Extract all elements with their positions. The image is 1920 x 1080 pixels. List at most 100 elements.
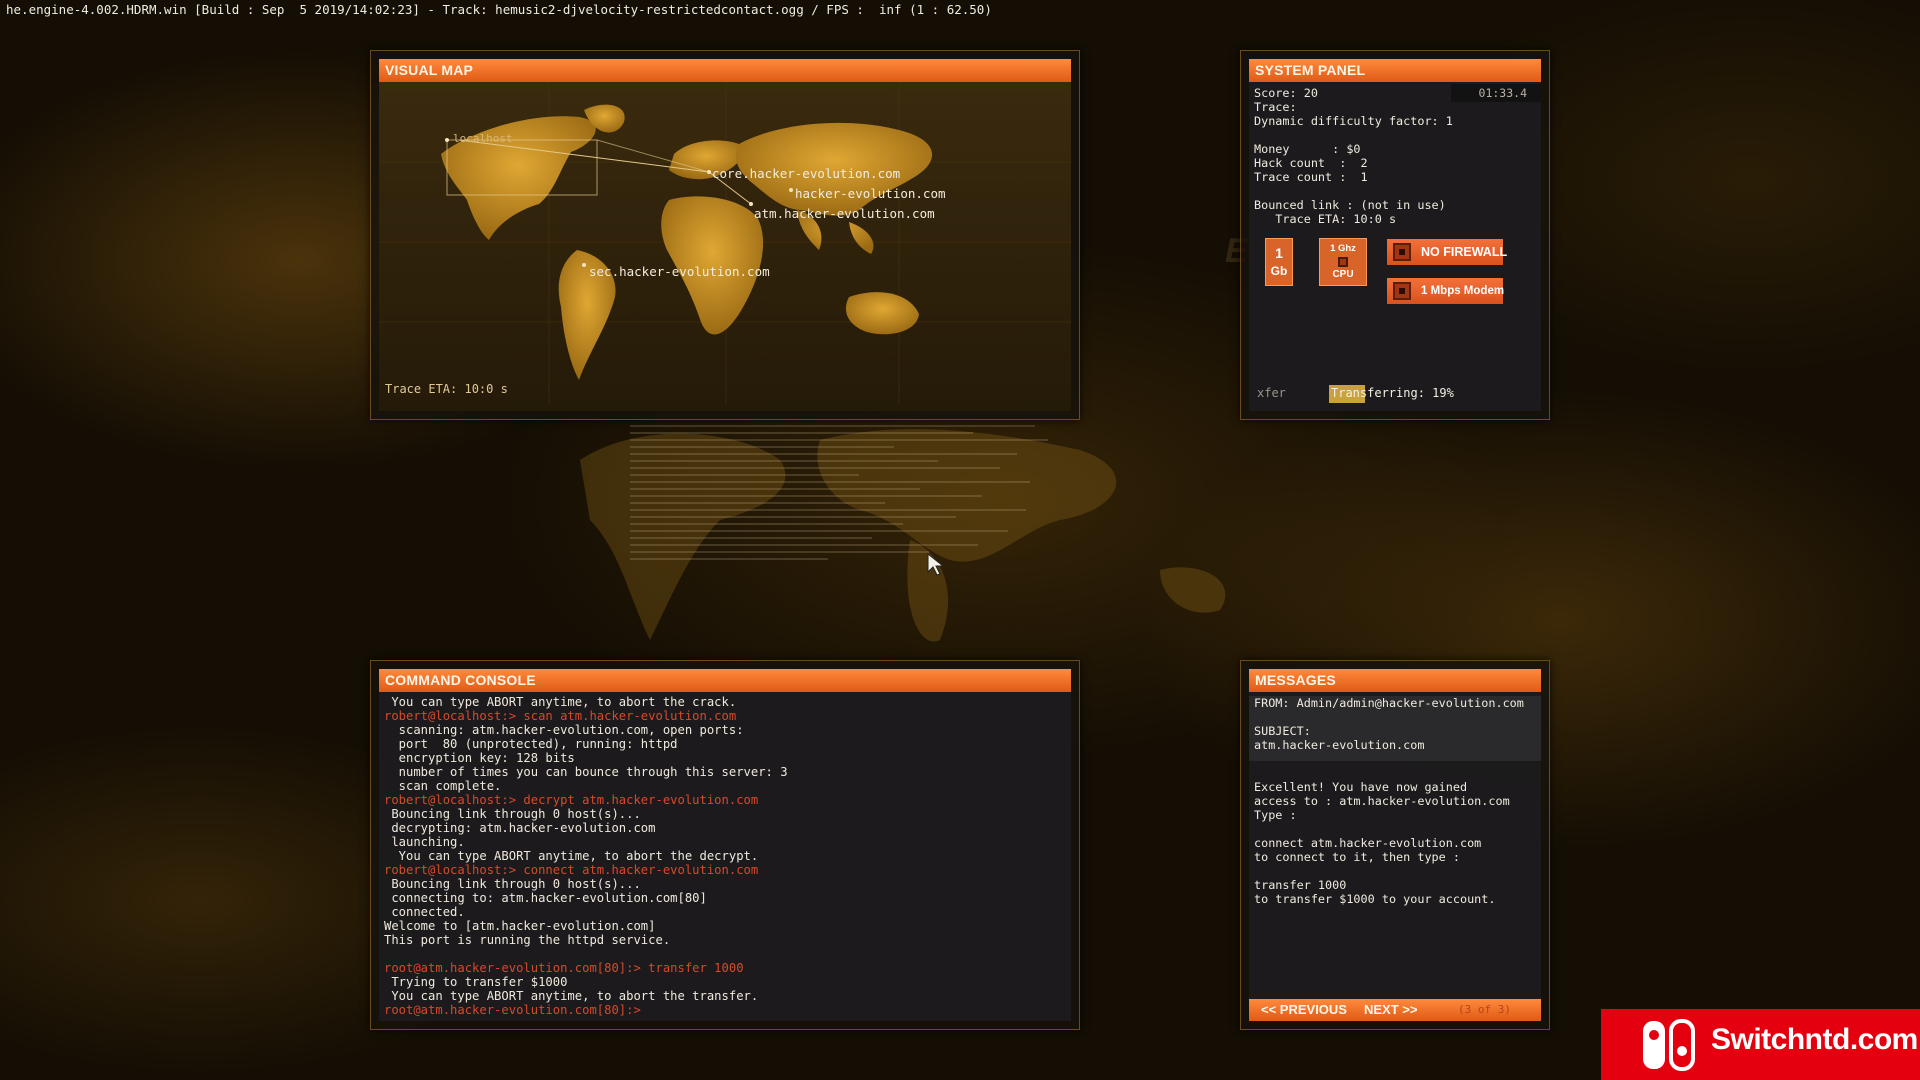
host-marker-atm xyxy=(749,202,753,206)
cpu-label: CPU xyxy=(1332,269,1354,280)
previous-message-button[interactable]: << PREVIOUS xyxy=(1261,999,1347,1021)
system-stat-line: Hack count : 2 xyxy=(1254,156,1368,170)
xfer-label: xfer xyxy=(1257,386,1286,400)
host-marker-core xyxy=(707,170,711,174)
message-count: (3 of 3) xyxy=(1458,1003,1511,1016)
console-output-line: You can type ABORT anytime, to abort the… xyxy=(384,989,759,1003)
console-output-line: decrypting: atm.hacker-evolution.com xyxy=(384,821,656,835)
transfer-row: xfer Transferring: 19% xyxy=(1249,382,1541,404)
console-command-line: root@atm.hacker-evolution.com[80]:> tran… xyxy=(384,961,744,975)
message-line: transfer 1000 xyxy=(1254,878,1347,892)
messages-title: MESSAGES xyxy=(1249,669,1541,692)
command-console-window: COMMAND CONSOLE You can type ABORT anyti… xyxy=(370,660,1080,1030)
map-label-atm-host[interactable]: atm.hacker-evolution.com xyxy=(754,206,935,221)
console-output-line: Bouncing link through 0 host(s)... xyxy=(384,877,641,891)
message-line: connect atm.hacker-evolution.com xyxy=(1254,836,1482,850)
transfer-status: Transferring: 19% xyxy=(1331,386,1454,400)
message-line: FROM: Admin/admin@hacker-evolution.com xyxy=(1254,696,1524,710)
host-marker-localhost xyxy=(445,138,449,142)
console-output-line: Trying to transfer $1000 xyxy=(384,975,568,989)
host-marker-sec xyxy=(582,263,586,267)
console-command-line: root@atm.hacker-evolution.com[80]:> xyxy=(384,1003,641,1017)
console-output[interactable]: You can type ABORT anytime, to abort the… xyxy=(384,695,788,1017)
firewall-label: NO FIREWALL xyxy=(1421,245,1508,259)
command-console-body[interactable]: You can type ABORT anytime, to abort the… xyxy=(379,692,1071,1021)
firewall-upgrade[interactable]: NO FIREWALL xyxy=(1387,239,1507,265)
console-output-line: Bouncing link through 0 host(s)... xyxy=(384,807,641,821)
message-line: SUBJECT: xyxy=(1254,724,1311,738)
map-label-sec-host[interactable]: sec.hacker-evolution.com xyxy=(589,264,770,279)
console-output-line: Welcome to [atm.hacker-evolution.com] xyxy=(384,919,656,933)
visual-map-window: VISUAL MAP localhost core.hacker-evoluti… xyxy=(370,50,1080,420)
modem-label: 1 Mbps Modem xyxy=(1421,285,1505,297)
message-line xyxy=(1254,822,1541,836)
visual-map-canvas[interactable]: localhost core.hacker-evolution.com hack… xyxy=(379,82,1071,411)
console-output-line: You can type ABORT anytime, to abort the… xyxy=(384,849,759,863)
cpu-chip-icon xyxy=(1338,257,1348,267)
engine-info-bar: he.engine-4.002.HDRM.win [Build : Sep 5 … xyxy=(6,2,992,17)
message-line: Type : xyxy=(1254,808,1297,822)
switch-logo-icon xyxy=(1643,1019,1695,1071)
system-stats: Score: 20 Trace: Dynamic difficulty factor… xyxy=(1254,86,1453,226)
system-stat-line: Trace: xyxy=(1254,100,1297,114)
memory-unit: Gb xyxy=(1270,264,1288,278)
console-output-line: launching. xyxy=(384,835,465,849)
system-stat-line xyxy=(1254,128,1453,142)
continent-australia xyxy=(845,292,919,335)
console-output-line: connected. xyxy=(384,905,465,919)
message-line: access to : atm.hacker-evolution.com xyxy=(1254,794,1510,808)
cpu-upgrade[interactable]: 1 Ghz CPU xyxy=(1319,238,1367,286)
system-stat-line: Trace count : 1 xyxy=(1254,170,1368,184)
background-log-text xyxy=(630,420,1070,630)
system-stat-line xyxy=(1254,184,1453,198)
command-console-title: COMMAND CONSOLE xyxy=(379,669,1071,692)
system-stat-line: Score: 20 xyxy=(1254,86,1318,100)
messages-window: MESSAGES FROM: Admin/admin@hacker-evolut… xyxy=(1240,660,1550,1030)
firewall-chip-icon xyxy=(1393,243,1411,261)
cpu-speed: 1 Ghz xyxy=(1330,243,1356,254)
message-line: to connect to it, then type : xyxy=(1254,850,1460,864)
system-stat-line: Bounced link : (not in use) xyxy=(1254,198,1446,212)
message-line xyxy=(1254,864,1541,878)
message-line: to transfer $1000 to your account. xyxy=(1254,892,1496,906)
messages-body: FROM: Admin/admin@hacker-evolution.com S… xyxy=(1249,692,1541,1021)
map-label-localhost[interactable]: localhost xyxy=(453,132,513,145)
visual-map-title: VISUAL MAP xyxy=(379,59,1071,82)
console-output-line: You can type ABORT anytime, to abort the… xyxy=(384,695,737,709)
system-panel-window: SYSTEM PANEL 01:33.4 Score: 20 Trace: Dyna… xyxy=(1240,50,1550,420)
message-line: atm.hacker-evolution.com xyxy=(1254,738,1425,752)
message-header: FROM: Admin/admin@hacker-evolution.com S… xyxy=(1249,696,1541,761)
message-body: Excellent! You have now gained access to … xyxy=(1249,780,1541,906)
map-trace-eta: Trace ETA: 10:0 s xyxy=(385,382,508,396)
modem-upgrade[interactable]: 1 Mbps Modem xyxy=(1387,278,1505,304)
console-output-line: scan complete. xyxy=(384,779,502,793)
world-map xyxy=(379,82,1071,404)
memory-upgrade[interactable]: 1 Gb xyxy=(1265,238,1293,286)
console-output-line: number of times you can bounce through t… xyxy=(384,765,788,779)
message-navigation: << PREVIOUS NEXT >> (3 of 3) xyxy=(1249,999,1541,1021)
watermark-badge: Switchntd.com xyxy=(1601,1009,1920,1080)
console-output-line: connecting to: atm.hacker-evolution.com[… xyxy=(384,891,707,905)
message-line xyxy=(1254,710,1541,724)
watermark-text: Switchntd.com xyxy=(1711,1023,1918,1056)
modem-chip-icon xyxy=(1393,282,1411,300)
map-label-core-host[interactable]: core.hacker-evolution.com xyxy=(712,166,900,181)
console-command-line: robert@localhost:> decrypt atm.hacker-ev… xyxy=(384,793,759,807)
console-command-line: robert@localhost:> connect atm.hacker-ev… xyxy=(384,863,759,877)
console-command-line: robert@localhost:> scan atm.hacker-evolu… xyxy=(384,709,737,723)
mouse-cursor-icon xyxy=(927,553,945,576)
system-stat-line: Dynamic difficulty factor: 1 xyxy=(1254,114,1453,128)
message-line: Excellent! You have now gained xyxy=(1254,780,1468,794)
host-marker-hacker xyxy=(789,188,793,192)
console-output-line: encryption key: 128 bits xyxy=(384,751,575,765)
map-label-hacker-host[interactable]: hacker-evolution.com xyxy=(795,186,946,201)
system-stat-line: Money : $0 xyxy=(1254,142,1361,156)
system-panel-title: SYSTEM PANEL xyxy=(1249,59,1541,82)
console-output-line: This port is running the httpd service. xyxy=(384,933,671,947)
system-stat-line: Trace ETA: 10:0 s xyxy=(1254,212,1397,226)
console-output-line: port 80 (unprotected), running: httpd xyxy=(384,737,678,751)
next-message-button[interactable]: NEXT >> xyxy=(1364,999,1417,1021)
console-output-line: scanning: atm.hacker-evolution.com, open… xyxy=(384,723,744,737)
memory-value: 1 xyxy=(1275,245,1283,261)
